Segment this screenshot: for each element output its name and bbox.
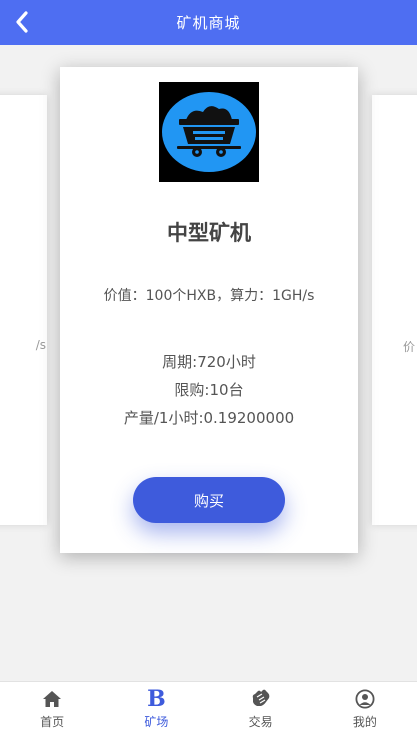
- miner-name: 中型矿机: [167, 221, 251, 245]
- chevron-left-icon: [16, 11, 28, 33]
- tab-mine[interactable]: B 矿场: [104, 682, 208, 740]
- carousel[interactable]: /s 价 中型矿机 价值：100个HXB，算力：1GH/s 周期:720小时 限…: [0, 45, 417, 681]
- tab-home[interactable]: 首页: [0, 682, 104, 740]
- tab-trade[interactable]: 交易: [209, 682, 313, 740]
- tab-profile-label: 我的: [352, 715, 377, 729]
- tab-mine-label: 矿场: [144, 715, 169, 729]
- next-card[interactable]: 价: [372, 95, 417, 525]
- miner-price: 价值：100个HXB，算力：1GH/s: [103, 288, 315, 304]
- miner-details: 周期:720小时 限购:10台 产量/1小时:0.19200000: [60, 348, 358, 432]
- handshake-icon: [250, 688, 272, 710]
- tab-trade-label: 交易: [248, 715, 273, 729]
- page-title: 矿机商城: [176, 14, 241, 32]
- miner-image: [159, 82, 259, 182]
- buy-button[interactable]: 购买: [133, 477, 285, 523]
- bold-b-icon: B: [147, 686, 166, 712]
- home-icon: [41, 688, 63, 710]
- app-header: 矿机商城: [0, 0, 417, 45]
- next-card-text: 价: [403, 340, 416, 354]
- user-icon: [354, 688, 376, 710]
- bottom-tabbar: 首页 B 矿场 交易 我的: [0, 681, 417, 740]
- miner-card: 中型矿机 价值：100个HXB，算力：1GH/s 周期:720小时 限购:10台…: [60, 67, 358, 553]
- mine-cart-icon: [162, 92, 256, 172]
- tab-home-label: 首页: [40, 715, 65, 729]
- prev-card[interactable]: /s: [0, 95, 47, 525]
- miner-period: 周期:720小时: [162, 353, 256, 371]
- tab-profile[interactable]: 我的: [313, 682, 417, 740]
- prev-card-text: /s: [35, 338, 46, 352]
- miner-limit: 限购:10台: [174, 381, 244, 399]
- back-button[interactable]: [8, 8, 36, 36]
- miner-output: 产量/1小时:0.19200000: [123, 409, 295, 427]
